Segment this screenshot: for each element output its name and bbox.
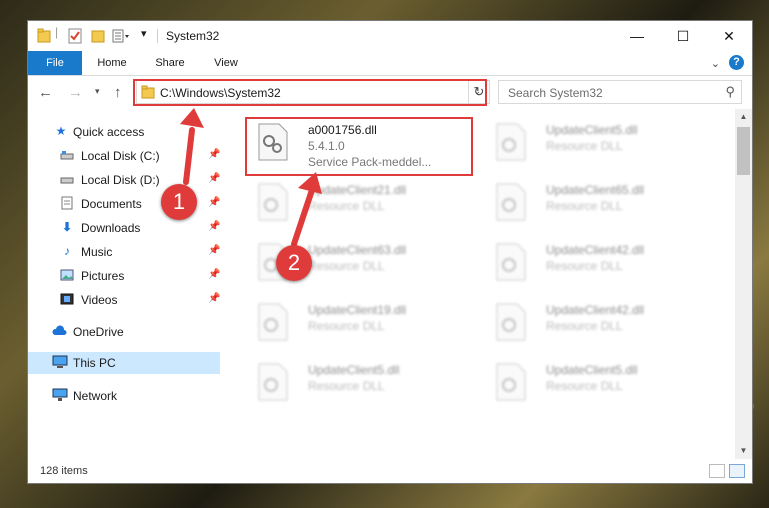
arrow-2 xyxy=(291,187,315,247)
arrow-2-head xyxy=(298,172,322,194)
annotation-arrows xyxy=(180,108,322,247)
step-badge-2: 2 xyxy=(276,245,312,281)
step-badge-1: 1 xyxy=(161,184,197,220)
arrow-1-head xyxy=(180,108,204,128)
arrow-1 xyxy=(183,127,195,185)
